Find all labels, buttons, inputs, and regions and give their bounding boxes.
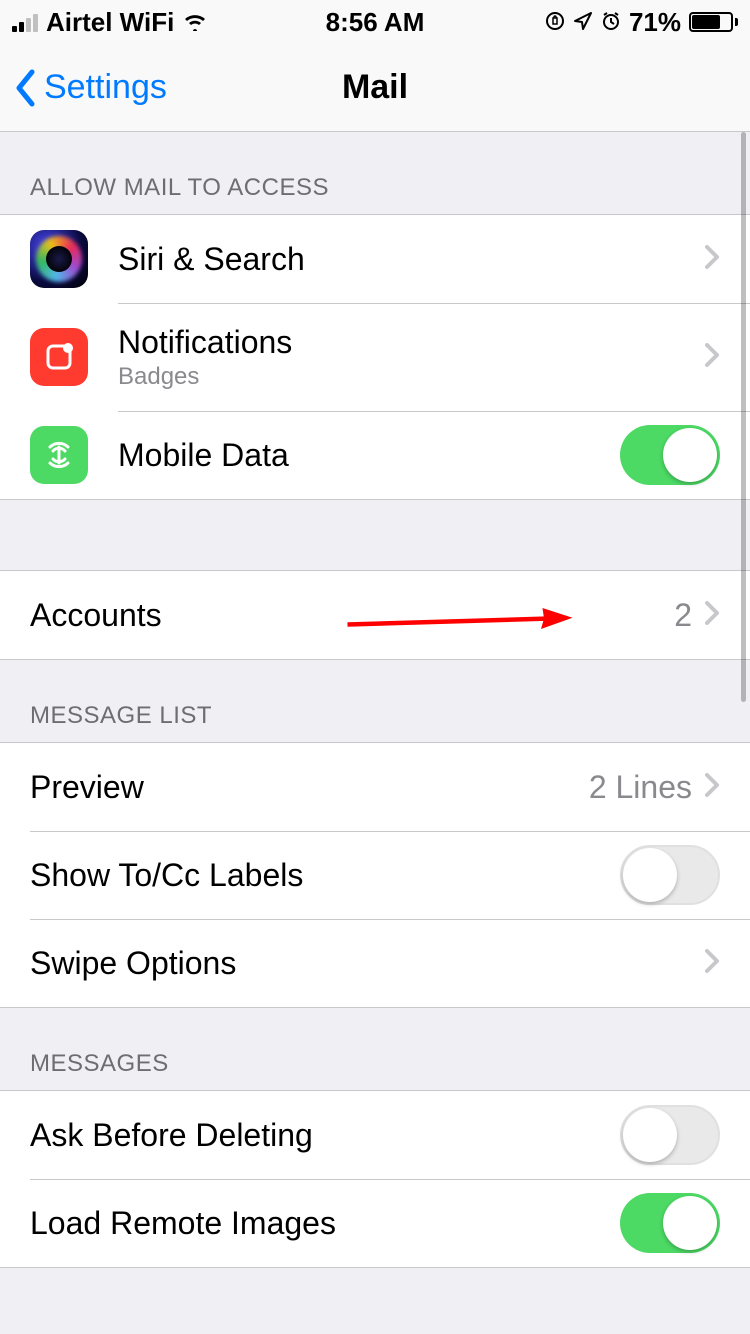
- chevron-left-icon: [14, 69, 36, 107]
- location-icon: [573, 7, 593, 38]
- chevron-right-icon: [704, 244, 720, 275]
- mobile-data-toggle[interactable]: [620, 425, 720, 485]
- row-label: Show To/Cc Labels: [30, 857, 620, 894]
- battery-icon: [689, 12, 738, 32]
- nav-bar: Settings Mail: [0, 44, 750, 132]
- siri-icon: [30, 230, 88, 288]
- row-accounts[interactable]: Accounts 2: [0, 571, 750, 659]
- wifi-icon: [182, 7, 208, 38]
- row-swipe-options[interactable]: Swipe Options: [0, 919, 750, 1007]
- row-siri-search[interactable]: Siri & Search: [0, 215, 750, 303]
- row-label: Accounts: [30, 597, 674, 634]
- row-label: Mobile Data: [118, 437, 620, 474]
- cellular-signal-icon: [12, 12, 38, 32]
- back-label: Settings: [44, 68, 167, 107]
- page-title: Mail: [342, 68, 408, 107]
- load-remote-images-toggle[interactable]: [620, 1193, 720, 1253]
- scroll-indicator: [741, 132, 746, 702]
- section-header-message-list: MESSAGE LIST: [0, 660, 750, 742]
- row-notifications[interactable]: Notifications Badges: [0, 303, 750, 411]
- carrier-label: Airtel WiFi: [46, 7, 174, 38]
- orientation-lock-icon: [545, 7, 565, 38]
- preview-value: 2 Lines: [589, 769, 692, 806]
- row-ask-before-deleting: Ask Before Deleting: [0, 1091, 750, 1179]
- row-label: Preview: [30, 769, 589, 806]
- notifications-icon: [30, 328, 88, 386]
- section-header-access: ALLOW MAIL TO ACCESS: [0, 132, 750, 214]
- show-tocc-toggle[interactable]: [620, 845, 720, 905]
- row-load-remote-images: Load Remote Images: [0, 1179, 750, 1267]
- row-mobile-data: Mobile Data: [0, 411, 750, 499]
- ask-before-deleting-toggle[interactable]: [620, 1105, 720, 1165]
- row-show-tocc: Show To/Cc Labels: [0, 831, 750, 919]
- row-sublabel: Badges: [118, 363, 704, 391]
- chevron-right-icon: [704, 772, 720, 803]
- mobile-data-icon: [30, 426, 88, 484]
- alarm-icon: [601, 7, 621, 38]
- section-header-messages: MESSAGES: [0, 1008, 750, 1090]
- battery-pct: 71%: [629, 7, 681, 38]
- settings-content[interactable]: ALLOW MAIL TO ACCESS Siri & Search Notif…: [0, 132, 750, 1334]
- chevron-right-icon: [704, 948, 720, 979]
- row-label: Load Remote Images: [30, 1205, 620, 1242]
- status-time: 8:56 AM: [326, 7, 425, 38]
- row-label: Siri & Search: [118, 241, 704, 278]
- row-label: Swipe Options: [30, 945, 704, 982]
- accounts-count: 2: [674, 597, 692, 634]
- row-label: Notifications: [118, 324, 704, 361]
- chevron-right-icon: [704, 342, 720, 373]
- chevron-right-icon: [704, 600, 720, 631]
- back-button[interactable]: Settings: [0, 68, 167, 107]
- row-label: Ask Before Deleting: [30, 1117, 620, 1154]
- status-bar: Airtel WiFi 8:56 AM 71%: [0, 0, 750, 44]
- row-preview[interactable]: Preview 2 Lines: [0, 743, 750, 831]
